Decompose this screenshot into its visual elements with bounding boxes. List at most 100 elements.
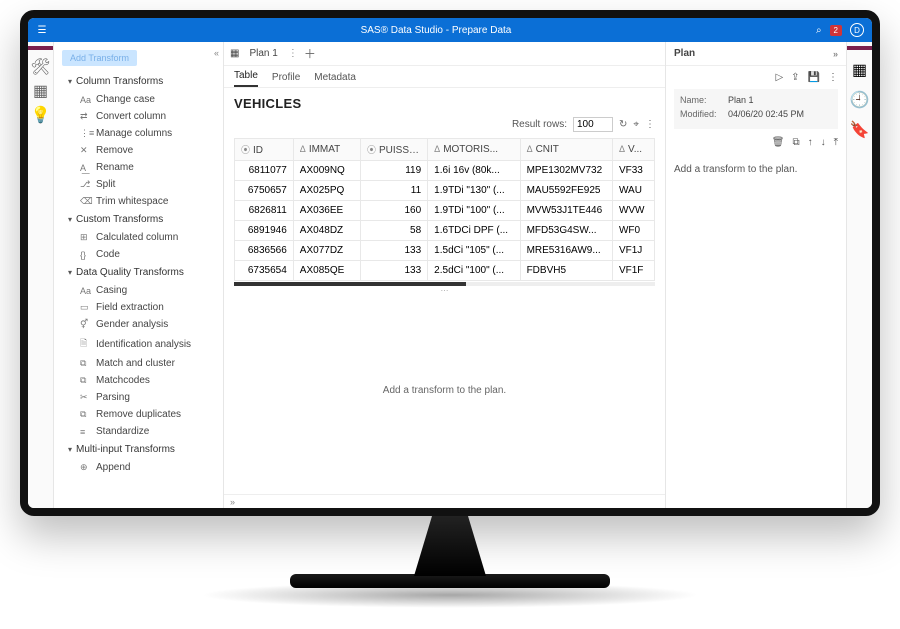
search-icon[interactable]: ⌕ [816,25,822,36]
table-row[interactable]: 6891946AX048DZ581.6TDCi DPF (...MFD53G4S… [235,221,655,241]
col-cnit[interactable]: ΔCNIT [520,139,612,161]
sidebar-item[interactable]: ⇄Convert column [58,108,223,125]
notification-badge[interactable]: 2 [830,25,842,36]
sidebar-item[interactable]: A͟Rename [58,159,223,176]
lightbulb-icon[interactable]: 💡 [34,108,48,122]
app-titlebar: ☰ SAS® Data Studio - Prepare Data ⌕ 2 D [28,18,872,42]
table-row[interactable]: 6811077AX009NQ1191.6i 16v (80k...MPE1302… [235,161,655,181]
group-multi-transforms[interactable]: ▾Multi-input Transforms [58,440,223,459]
sidebar-collapse-icon[interactable]: « [214,48,219,58]
group-column-transforms[interactable]: ▾Column Transforms [58,72,223,91]
splitter-grip-icon[interactable]: ⋯ [441,286,449,295]
sidebar-item[interactable]: AaCasing [58,282,223,299]
bookmark-icon[interactable]: 🔖 [850,120,870,140]
sidebar-item[interactable]: {}Code [58,246,223,263]
code-icon: {} [80,250,90,260]
remove-icon: ✕ [80,145,90,156]
col-puissance[interactable]: ⦿PUISSANC... [360,139,427,161]
sidebar-item[interactable]: ✂Parsing [58,389,223,406]
hamburger-icon[interactable]: ☰ [28,25,56,36]
sidebar-item[interactable]: ⧉Remove duplicates [58,406,223,423]
dedup-icon: ⧉ [80,409,90,420]
insert-icon[interactable]: ⤒ [834,137,838,148]
table-cell: 1.6TDCi DPF (... [428,221,520,241]
grid-icon[interactable]: ▦ [34,84,48,98]
move-down-icon[interactable]: ↓ [821,137,826,148]
table-cell: MRE5316AW9... [520,241,612,261]
col-id[interactable]: ⦿ID [235,139,294,161]
subtab-metadata[interactable]: Metadata [314,72,356,87]
table-row[interactable]: 6826811AX036EE1601.9TDi "100" (...MVW53J… [235,201,655,221]
parsing-icon: ✂ [80,392,90,403]
table-cell: 6811077 [235,161,294,181]
table-cell: 58 [360,221,427,241]
sidebar-item[interactable]: ≡Standardize [58,423,223,440]
clock-icon[interactable]: 🕘 [850,90,870,110]
sidebar-item[interactable]: ⧉Match and cluster [58,355,223,372]
move-up-icon[interactable]: ↑ [808,137,813,148]
sidebar-item[interactable]: ▭Field extraction [58,299,223,316]
right-rail: ▦ 🕘 🔖 [846,42,872,508]
add-transform-button[interactable]: Add Transform [62,50,137,66]
tab-add-icon[interactable]: ＋ [304,45,316,62]
panel-more-icon[interactable]: ⋮ [828,72,838,83]
export-icon[interactable]: ⇪ [791,72,799,83]
run-icon[interactable]: ▷ [775,72,783,83]
subtab-profile[interactable]: Profile [272,72,300,87]
plan-placeholder: Add a transform to the plan. [666,156,846,183]
split-icon: ⎇ [80,179,90,190]
save-icon[interactable]: 💾 [808,72,820,83]
sidebar-item[interactable]: ⚥Gender analysis [58,316,223,333]
sidebar-item[interactable]: ⊕Append [58,459,223,476]
sidebar-item[interactable]: ⋮≡Manage columns [58,125,223,142]
table-cell: 133 [360,261,427,281]
col-motoris[interactable]: ΔMOTORIS... [428,139,520,161]
group-custom-transforms[interactable]: ▾Custom Transforms [58,210,223,229]
user-avatar[interactable]: D [850,23,864,37]
col-immat[interactable]: ΔIMMAT [293,139,360,161]
left-rail: 🛠 ▦ 💡 [28,42,54,508]
table-cell: VF1F [612,261,654,281]
table-cell: AX025PQ [293,181,360,201]
table-row[interactable]: 6750657AX025PQ111.9TDi "130" (...MAU5592… [235,181,655,201]
table-cell: FDBVH5 [520,261,612,281]
table-cell: VF33 [612,161,654,181]
table-row[interactable]: 6836566AX077DZ1331.5dCi "105" (...MRE531… [235,241,655,261]
manage-icon: ⋮≡ [80,128,90,139]
more-icon[interactable]: ⋮ [645,119,655,130]
group-dq-transforms[interactable]: ▾Data Quality Transforms [58,263,223,282]
result-rows-input[interactable] [573,117,613,132]
data-table: ⦿ID ΔIMMAT ⦿PUISSANC... ΔMOTORIS... ΔCNI… [234,138,655,281]
sidebar-item[interactable]: AaChange case [58,91,223,108]
table-cell: 11 [360,181,427,201]
tab-plan-1[interactable]: Plan 1 [245,46,281,61]
table-cell: 2.5dCi "100" (... [428,261,520,281]
table-cell: WAU [612,181,654,201]
sidebar-item[interactable]: ✕Remove [58,142,223,159]
subtabs: Table Profile Metadata [224,66,665,88]
calc-icon: ⊞ [80,232,90,243]
delete-icon[interactable]: 🗑 [772,137,785,148]
bottom-expand-icon[interactable]: » [224,494,665,508]
panel-collapse-icon[interactable]: » [833,49,838,59]
rename-icon: A͟ [80,163,90,173]
table-cell: AX048DZ [293,221,360,241]
tab-menu-icon[interactable]: ⋮ [288,48,298,59]
table-cell: 6826811 [235,201,294,221]
sidebar-item[interactable]: ⌫Trim whitespace [58,193,223,210]
refresh-icon[interactable]: ↻ [619,119,627,130]
plan-panel-title: Plan [674,48,695,59]
table-cell: 1.9TDi "130" (... [428,181,520,201]
casing-icon: Aa [80,286,90,296]
subtab-table[interactable]: Table [234,70,258,87]
locate-icon[interactable]: ⌖ [633,119,639,130]
col-v[interactable]: ΔV... [612,139,654,161]
sidebar-item[interactable]: ⧉Matchcodes [58,372,223,389]
copy-icon[interactable]: ⧉ [792,137,799,148]
sidebar-item[interactable]: ⊞Calculated column [58,229,223,246]
wrench-icon[interactable]: 🛠 [34,60,48,74]
table-row[interactable]: 6735654AX085QE1332.5dCi "100" (...FDBVH5… [235,261,655,281]
sidebar-item[interactable]: ⎇Split [58,176,223,193]
sidebar-item[interactable]: 🗎Identification analysis [58,333,223,355]
grid-icon[interactable]: ▦ [852,60,867,80]
